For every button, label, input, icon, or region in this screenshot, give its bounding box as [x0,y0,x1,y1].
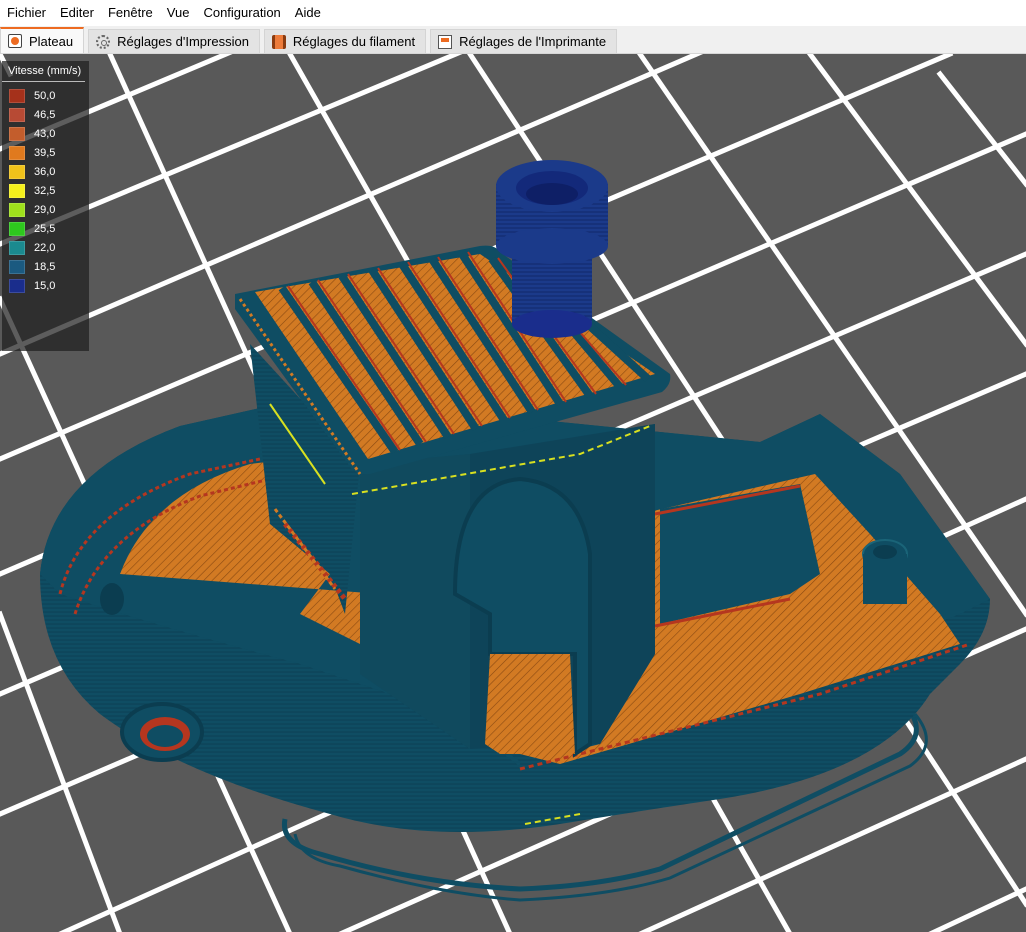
3d-preview-viewport[interactable]: Vitesse (mm/s) 50,0 46,5 43,0 39,5 36,0 … [0,54,1026,932]
color-swatch [9,259,25,274]
legend-value: 15,0 [34,279,56,292]
bed-scene [0,54,1026,932]
menu-edit[interactable]: Editer [53,0,101,26]
legend-value: 18,5 [34,260,56,273]
legend-value: 29,0 [34,203,56,216]
tab-printer-settings[interactable]: Réglages de l'Imprimante [430,29,618,53]
legend-value: 22,0 [34,241,56,254]
color-swatch [9,126,25,141]
legend-value: 43,0 [34,127,56,140]
menu-help[interactable]: Aide [288,0,328,26]
legend-value: 46,5 [34,108,56,121]
color-swatch [9,164,25,179]
tab-plater[interactable]: Plateau [0,27,85,53]
gear-icon [96,34,111,49]
legend-item: 22,0 [2,238,89,257]
tab-printer-settings-label: Réglages de l'Imprimante [459,34,607,49]
menu-file[interactable]: Fichier [0,0,53,26]
menu-configuration[interactable]: Configuration [196,0,287,26]
color-swatch [9,107,25,122]
legend-item: 29,0 [2,200,89,219]
legend-item: 25,5 [2,219,89,238]
legend-value: 32,5 [34,184,56,197]
menu-bar: Fichier Editer Fenêtre Vue Configuration… [0,0,1026,26]
plater-icon [8,34,22,48]
menu-view[interactable]: Vue [160,0,197,26]
legend-value: 39,5 [34,146,56,159]
speed-legend: Vitesse (mm/s) 50,0 46,5 43,0 39,5 36,0 … [2,61,89,351]
legend-value: 25,5 [34,222,56,235]
color-swatch [9,183,25,198]
color-swatch [9,88,25,103]
legend-value: 36,0 [34,165,56,178]
color-swatch [9,145,25,160]
legend-item: 36,0 [2,162,89,181]
legend-item: 46,5 [2,105,89,124]
boat-chimney [496,160,608,338]
legend-item: 43,0 [2,124,89,143]
color-swatch [9,202,25,217]
tab-print-settings[interactable]: Réglages d'Impression [88,29,260,53]
filament-icon [271,34,286,49]
printer-icon [438,34,453,49]
tab-filament-settings[interactable]: Réglages du filament [263,29,427,53]
legend-title: Vitesse (mm/s) [2,61,85,82]
tab-bar: Plateau Réglages d'Impression Réglages d… [0,26,1026,54]
legend-value: 50,0 [34,89,56,102]
menu-window[interactable]: Fenêtre [101,0,160,26]
legend-item: 50,0 [2,86,89,105]
tab-plater-label: Plateau [29,33,74,49]
tab-filament-settings-label: Réglages du filament [292,34,416,49]
legend-item: 32,5 [2,181,89,200]
color-swatch [9,221,25,236]
legend-item: 15,0 [2,276,89,295]
color-swatch [9,278,25,293]
legend-item: 18,5 [2,257,89,276]
legend-list: 50,0 46,5 43,0 39,5 36,0 32,5 29,0 25,5 … [2,86,89,295]
tab-print-settings-label: Réglages d'Impression [117,34,249,49]
legend-item: 39,5 [2,143,89,162]
color-swatch [9,240,25,255]
